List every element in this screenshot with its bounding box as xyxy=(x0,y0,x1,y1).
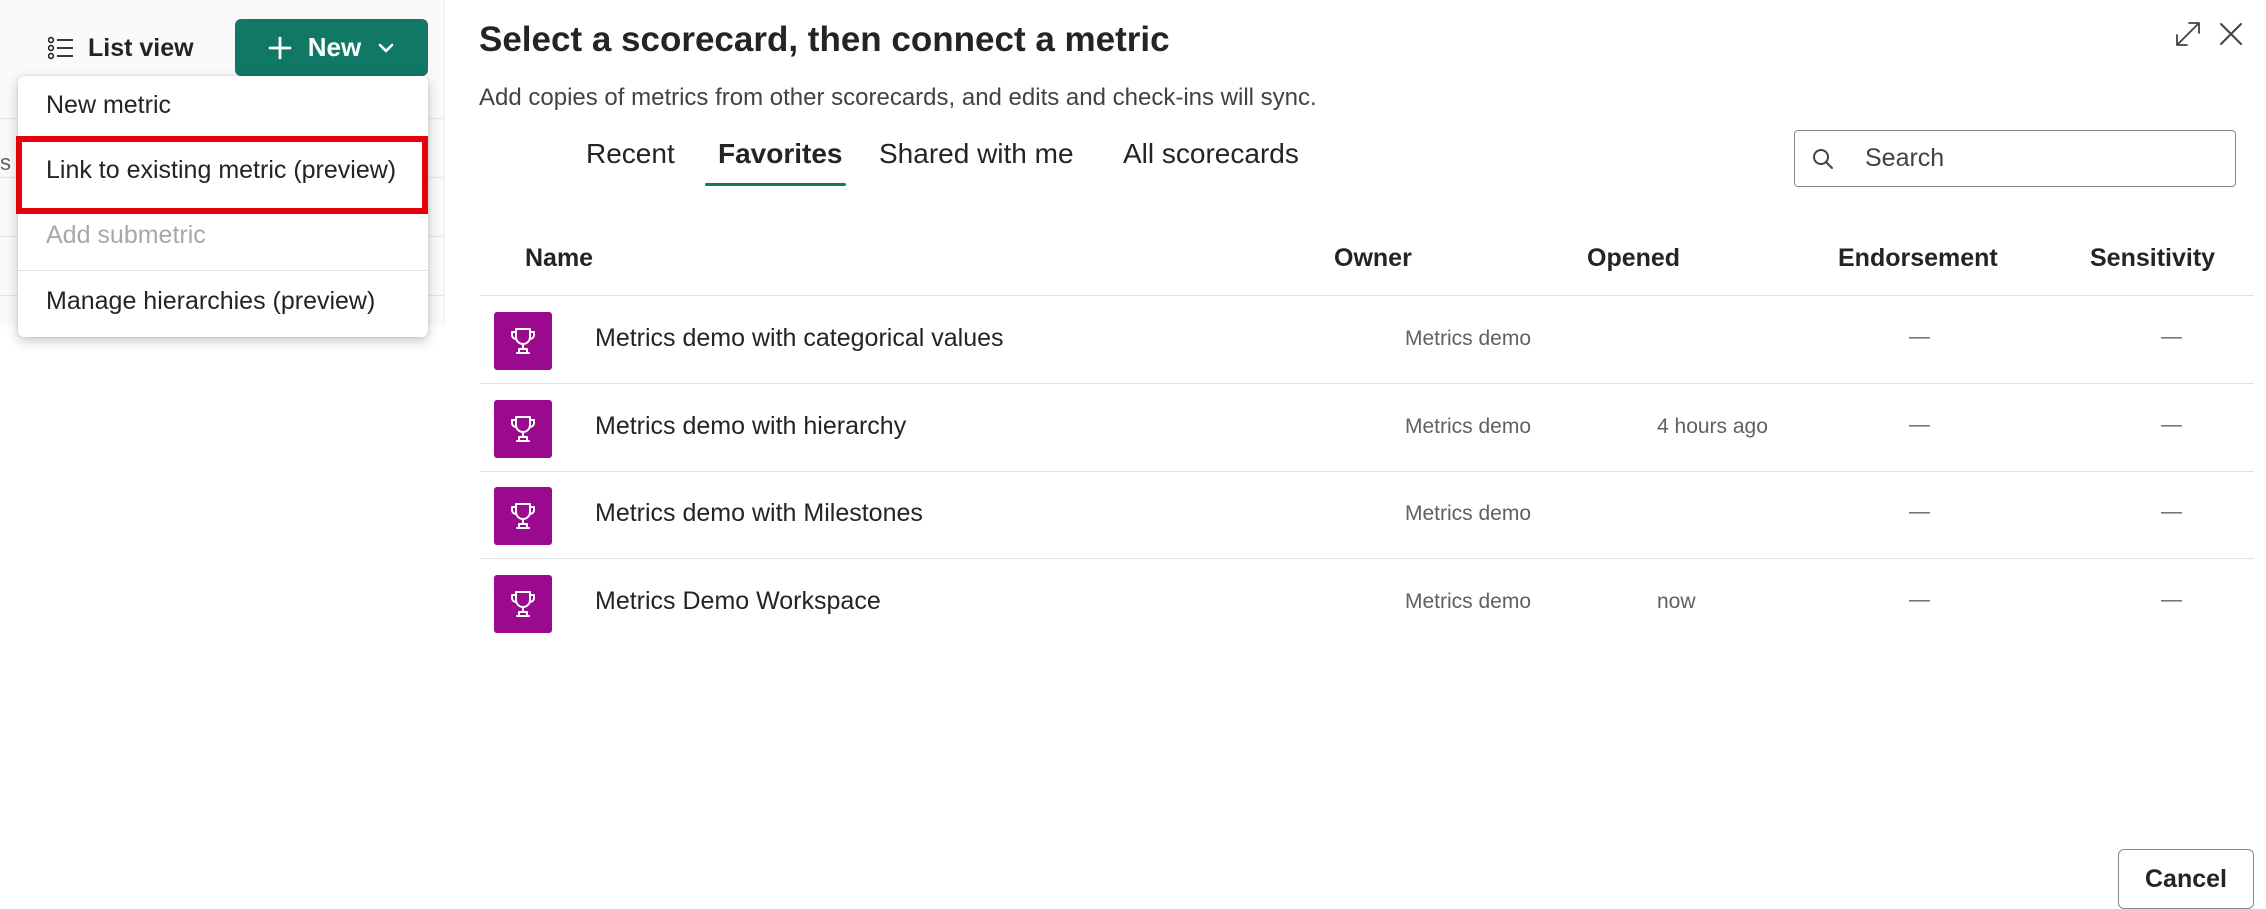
highlight-annotation-box xyxy=(16,136,428,214)
new-button-label: New xyxy=(307,32,362,62)
list-view-label: List view xyxy=(88,33,194,62)
column-header-opened[interactable]: Opened xyxy=(1587,244,1680,273)
close-icon[interactable] xyxy=(2218,21,2244,47)
scorecard-name: Metrics Demo Workspace xyxy=(595,587,881,615)
scorecard-owner: Metrics demo xyxy=(1405,590,1532,613)
chevron-down-icon xyxy=(377,42,395,54)
list-icon xyxy=(48,36,74,60)
expand-icon[interactable] xyxy=(2174,20,2202,48)
scorecard-sensitivity: — xyxy=(2161,325,2182,348)
table-row[interactable]: Metrics Demo Workspace Metrics demo now … xyxy=(480,560,2254,647)
scorecard-endorsement: — xyxy=(1909,588,1930,611)
cancel-button[interactable]: Cancel xyxy=(2118,849,2254,909)
scorecard-opened: 4 hours ago xyxy=(1657,415,1768,438)
plus-icon xyxy=(268,36,292,60)
dialog-subtitle: Add copies of metrics from other scoreca… xyxy=(479,84,1317,111)
scorecard-sensitivity: — xyxy=(2161,588,2182,611)
scorecard-sensitivity: — xyxy=(2161,500,2182,523)
dialog-title: Select a scorecard, then connect a metri… xyxy=(479,20,1170,59)
menu-item-manage-hierarchies[interactable]: Manage hierarchies (preview) xyxy=(18,272,428,330)
scorecard-sensitivity: — xyxy=(2161,413,2182,436)
scorecard-name: Metrics demo with Milestones xyxy=(595,499,923,527)
active-tab-indicator xyxy=(705,183,846,186)
menu-item-label: Add submetric xyxy=(46,220,206,249)
table-row[interactable]: Metrics demo with hierarchy Metrics demo… xyxy=(480,385,2254,472)
background-text-fragment: s xyxy=(0,150,11,175)
column-header-sensitivity[interactable]: Sensitivity xyxy=(2090,244,2215,273)
scorecard-name: Metrics demo with categorical values xyxy=(595,324,1004,352)
search-icon xyxy=(1811,147,1835,171)
scorecard-name: Metrics demo with hierarchy xyxy=(595,412,907,440)
scorecard-owner: Metrics demo xyxy=(1405,415,1532,438)
scorecard-owner: Metrics demo xyxy=(1405,502,1532,525)
trophy-icon xyxy=(494,312,552,370)
new-button[interactable]: New xyxy=(235,19,428,76)
tab-all-scorecards[interactable]: All scorecards xyxy=(1123,138,1299,170)
scorecard-opened: now xyxy=(1657,590,1696,613)
table-row[interactable]: Metrics demo with Milestones Metrics dem… xyxy=(480,472,2254,559)
scorecard-endorsement: — xyxy=(1909,325,1930,348)
column-header-owner[interactable]: Owner xyxy=(1334,244,1412,273)
trophy-icon xyxy=(494,400,552,458)
scorecard-endorsement: — xyxy=(1909,500,1930,523)
menu-item-new-metric[interactable]: New metric xyxy=(18,76,428,134)
search-box[interactable] xyxy=(1794,130,2236,187)
tab-shared-with-me[interactable]: Shared with me xyxy=(879,138,1074,170)
column-header-name[interactable]: Name xyxy=(525,244,593,273)
table-divider xyxy=(480,295,2254,296)
trophy-icon xyxy=(494,487,552,545)
tab-recent[interactable]: Recent xyxy=(586,138,675,170)
menu-divider xyxy=(18,270,428,271)
menu-item-add-submetric: Add submetric xyxy=(18,206,428,264)
column-header-endorsement[interactable]: Endorsement xyxy=(1838,244,1998,273)
menu-item-label: New metric xyxy=(46,90,172,119)
trophy-icon xyxy=(494,575,552,633)
menu-item-label: Manage hierarchies (preview) xyxy=(46,286,376,315)
list-view-button[interactable]: List view xyxy=(48,22,194,74)
tab-favorites[interactable]: Favorites xyxy=(718,138,843,170)
scorecard-endorsement: — xyxy=(1909,413,1930,436)
scorecard-owner: Metrics demo xyxy=(1405,327,1532,350)
table-row[interactable]: Metrics demo with categorical values Met… xyxy=(480,297,2254,384)
search-input[interactable] xyxy=(1863,143,2207,174)
